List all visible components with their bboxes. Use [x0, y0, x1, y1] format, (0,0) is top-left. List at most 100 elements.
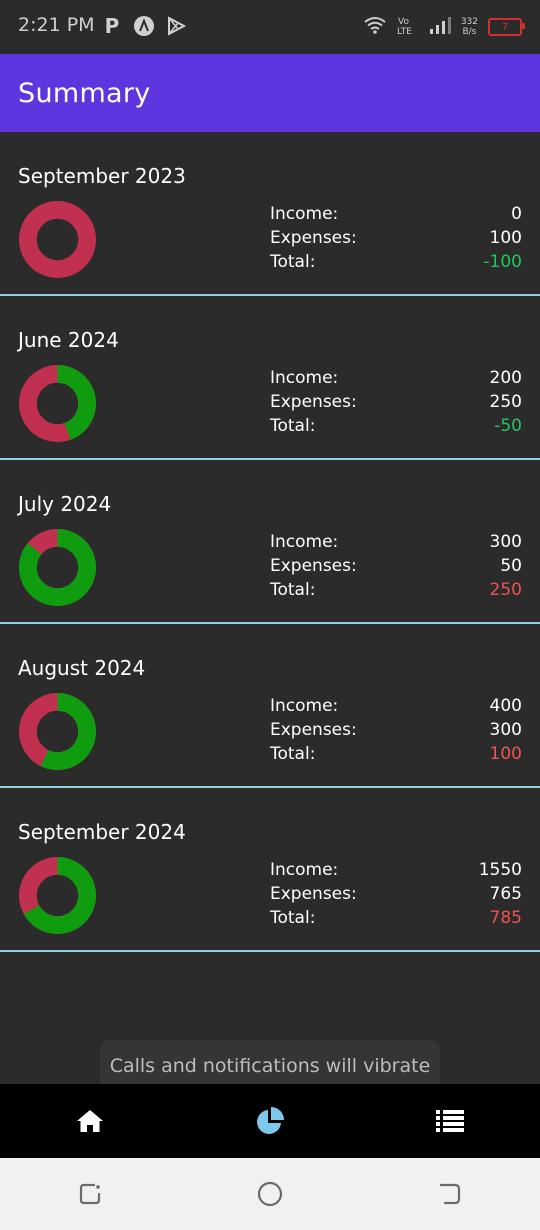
recent-apps-button[interactable] — [60, 1169, 120, 1219]
income-value: 0 — [511, 204, 522, 224]
wifi-icon — [363, 15, 387, 39]
income-row: Income: 200 — [270, 368, 522, 392]
total-row: Total: -100 — [270, 252, 522, 276]
income-expense-donut — [18, 200, 97, 279]
expenses-label: Expenses: — [270, 392, 357, 412]
income-row: Income: 0 — [270, 204, 522, 228]
signal-icon — [429, 15, 451, 39]
status-right-icons: Vo LTE 332 B/s 7 — [363, 14, 525, 40]
play-store-icon — [164, 14, 188, 38]
income-value: 300 — [489, 532, 522, 552]
system-nav — [0, 1158, 540, 1230]
expenses-value: 765 — [489, 884, 522, 904]
nav-home-button[interactable] — [45, 1091, 135, 1151]
income-label: Income: — [270, 204, 339, 224]
month-stats: Income: 200 Expenses: 250 Total: -50 — [270, 368, 522, 440]
bottom-nav — [0, 1084, 540, 1158]
month-title: June 2024 — [18, 328, 119, 352]
expense-segment — [18, 200, 97, 279]
income-expense-donut — [18, 364, 97, 443]
income-value: 400 — [489, 696, 522, 716]
status-left-icons: P — [100, 14, 188, 38]
month-title: July 2024 — [18, 492, 112, 516]
income-expense-donut — [18, 692, 97, 771]
expenses-label: Expenses: — [270, 720, 357, 740]
month-card[interactable]: July 2024 Income: 300 Expenses: 50 Total: 250 — [0, 460, 540, 624]
expenses-row: Expenses: 50 — [270, 556, 522, 580]
app-logo-icon — [132, 14, 156, 38]
total-value: 785 — [489, 908, 522, 928]
month-stats: Income: 400 Expenses: 300 Total: 100 — [270, 696, 522, 768]
net-speed: 332 B/s — [461, 17, 478, 37]
back-icon — [439, 1183, 461, 1205]
income-label: Income: — [270, 860, 339, 880]
screen: 2:21 PM P Vo LTE 332 B/s 7 Summary Septe… — [0, 0, 540, 1230]
total-label: Total: — [270, 416, 316, 436]
month-card[interactable]: June 2024 Income: 200 Expenses: 250 Total: -50 — [0, 296, 540, 460]
total-label: Total: — [270, 908, 316, 928]
net-speed-unit: B/s — [462, 27, 477, 37]
expenses-value: 300 — [489, 720, 522, 740]
system-home-button[interactable] — [240, 1169, 300, 1219]
income-row: Income: 1550 — [270, 860, 522, 884]
recent-apps-icon — [79, 1183, 101, 1205]
income-row: Income: 300 — [270, 532, 522, 556]
month-card[interactable]: September 2024 Income: 1550 Expenses: 765 Tot… — [0, 788, 540, 952]
total-row: Total: 250 — [270, 580, 522, 604]
summary-list[interactable]: September 2023 Income: 0 Expenses: 100 Total:… — [0, 132, 540, 952]
app-bar: Summary — [0, 54, 540, 132]
month-stats: Income: 0 Expenses: 100 Total: -100 — [270, 204, 522, 276]
page-title: Summary — [18, 77, 151, 109]
income-expense-donut — [18, 528, 97, 607]
month-card[interactable]: September 2023 Income: 0 Expenses: 100 Total:… — [0, 132, 540, 296]
expenses-label: Expenses: — [270, 228, 357, 248]
income-row: Income: 400 — [270, 696, 522, 720]
income-label: Income: — [270, 532, 339, 552]
status-bar: 2:21 PM P Vo LTE 332 B/s 7 — [0, 0, 540, 54]
total-label: Total: — [270, 744, 316, 764]
expenses-value: 50 — [500, 556, 522, 576]
month-title: September 2023 — [18, 164, 186, 188]
month-card[interactable]: August 2024 Income: 400 Expenses: 300 Total: 1… — [0, 624, 540, 788]
month-stats: Income: 300 Expenses: 50 Total: 250 — [270, 532, 522, 604]
expenses-value: 250 — [489, 392, 522, 412]
nav-list-button[interactable] — [405, 1091, 495, 1151]
total-value: 250 — [489, 580, 522, 600]
expenses-value: 100 — [489, 228, 522, 248]
expenses-label: Expenses: — [270, 884, 357, 904]
svg-text:LTE: LTE — [397, 27, 412, 36]
income-expense-donut — [18, 856, 97, 935]
pie-chart-icon — [257, 1107, 284, 1134]
income-label: Income: — [270, 696, 339, 716]
volte-icon: Vo LTE — [397, 14, 419, 40]
total-value: -100 — [483, 252, 522, 272]
expenses-row: Expenses: 100 — [270, 228, 522, 252]
nav-summary-button[interactable] — [225, 1091, 315, 1151]
battery-icon: 7 — [488, 18, 525, 36]
svg-text:Vo: Vo — [398, 17, 409, 27]
back-button[interactable] — [420, 1169, 480, 1219]
total-row: Total: 100 — [270, 744, 522, 768]
net-speed-value: 332 — [460, 17, 478, 27]
income-label: Income: — [270, 368, 339, 388]
home-icon — [77, 1110, 103, 1132]
expenses-label: Expenses: — [270, 556, 357, 576]
total-label: Total: — [270, 580, 316, 600]
expenses-row: Expenses: 250 — [270, 392, 522, 416]
month-title: August 2024 — [18, 656, 146, 680]
status-time: 2:21 PM — [18, 14, 95, 36]
list-icon — [436, 1110, 464, 1132]
income-value: 1550 — [478, 860, 522, 880]
battery-level: 7 — [501, 21, 509, 33]
total-value: 100 — [489, 744, 522, 764]
income-value: 200 — [489, 368, 522, 388]
total-value: -50 — [494, 416, 522, 436]
expenses-row: Expenses: 300 — [270, 720, 522, 744]
month-title: September 2024 — [18, 820, 186, 844]
total-row: Total: -50 — [270, 416, 522, 440]
parking-icon: P — [104, 14, 120, 38]
home-circle-icon — [257, 1181, 283, 1207]
total-label: Total: — [270, 252, 316, 272]
expenses-row: Expenses: 765 — [270, 884, 522, 908]
total-row: Total: 785 — [270, 908, 522, 932]
